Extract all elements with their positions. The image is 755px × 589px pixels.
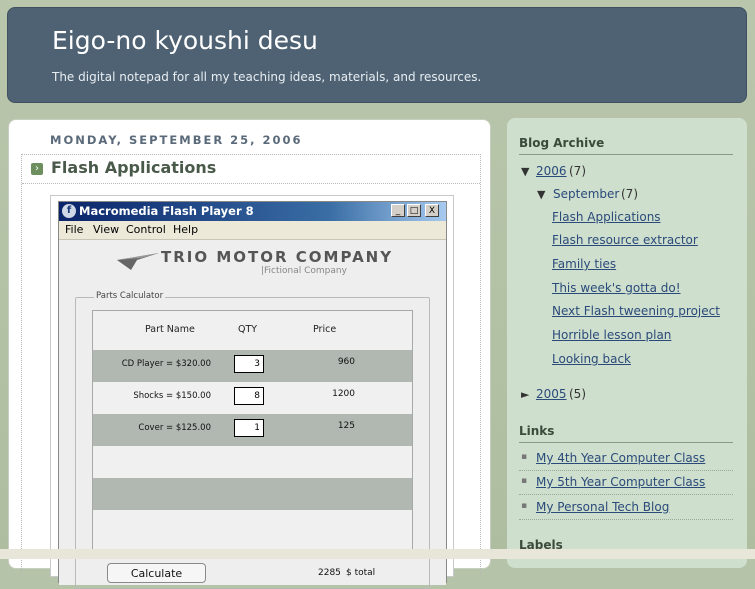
post-container: › Flash Applications f Macromedia Flash … — [21, 154, 481, 589]
menu-file[interactable]: File — [65, 223, 83, 236]
blog-description: The digital notepad for all my teaching … — [52, 70, 482, 84]
archive-post-link[interactable]: Looking back — [552, 352, 631, 366]
sidebar: Blog Archive ▼ 2006 (7) ▼ September (7) … — [507, 118, 747, 568]
table-row: Shocks = $150.00 8 1200 — [93, 382, 412, 414]
link-5th-year-class[interactable]: My 5th Year Computer Class — [536, 475, 705, 489]
menu-view[interactable]: View — [93, 223, 119, 236]
flash-titlebar: f Macromedia Flash Player 8 _ □ X — [59, 202, 446, 221]
links-heading: Links — [519, 424, 555, 438]
maximize-button[interactable]: □ — [407, 204, 421, 217]
archive-month-count: (7) — [621, 187, 638, 201]
collapse-toggle-icon[interactable]: ▼ — [521, 165, 529, 178]
list-item: ▪ My 4th Year Computer Class — [519, 448, 733, 471]
archive-post-link[interactable]: Family ties — [552, 257, 616, 271]
close-button[interactable]: X — [425, 204, 439, 217]
flash-app-icon: f — [62, 204, 76, 218]
blog-archive-heading: Blog Archive — [519, 136, 605, 150]
main-column: MONDAY, SEPTEMBER 25, 2006 › Flash Appli… — [8, 119, 491, 589]
column-header-qty: QTY — [238, 324, 258, 335]
table-row-empty — [93, 446, 412, 478]
flash-window-title: Macromedia Flash Player 8 — [79, 204, 254, 218]
archive-post-link[interactable]: Flash resource extractor — [552, 233, 698, 247]
table-row: Cover = $125.00 1 125 — [93, 414, 412, 446]
flash-player-window: f Macromedia Flash Player 8 _ □ X File V… — [58, 201, 447, 589]
arrow-right-icon: › — [31, 163, 43, 175]
archive-year-count: (7) — [569, 164, 586, 178]
link-personal-tech-blog[interactable]: My Personal Tech Blog — [536, 500, 669, 514]
archive-year-2006[interactable]: 2006 — [536, 164, 567, 178]
archive-post-link[interactable]: Flash Applications — [552, 210, 661, 224]
total-value: 2285 — [318, 568, 341, 578]
post-title-bar: › Flash Applications — [22, 155, 480, 184]
qty-input[interactable]: 1 — [234, 419, 264, 437]
parts-table: Part Name QTY Price CD Player = $320.00 … — [92, 310, 413, 552]
bullet-icon: ▪ — [521, 501, 528, 511]
bullet-icon: ▪ — [521, 452, 528, 462]
flash-stage: TRIO MOTOR COMPANY |Fictional Company Pa… — [59, 240, 446, 589]
column-header-price: Price — [313, 324, 337, 335]
parts-calculator-group: Parts Calculator Part Name QTY Price CD … — [75, 291, 430, 589]
company-logo-text: TRIO MOTOR COMPANY — [161, 248, 394, 266]
minimize-button[interactable]: _ — [391, 204, 405, 217]
link-4th-year-class[interactable]: My 4th Year Computer Class — [536, 451, 705, 465]
blog-header: Eigo-no kyoushi desu The digital notepad… — [7, 7, 747, 103]
archive-post-link[interactable]: This week's gotta do! — [552, 281, 681, 295]
qty-input[interactable]: 8 — [234, 387, 264, 405]
qty-input[interactable]: 3 — [234, 355, 264, 373]
bullet-icon: ▪ — [521, 476, 528, 486]
company-logo-subtitle: |Fictional Company — [261, 266, 347, 276]
archive-post-link[interactable]: Horrible lesson plan — [552, 328, 671, 342]
part-name: Shocks = $150.00 — [133, 391, 211, 401]
price-value: 960 — [337, 357, 355, 367]
menu-help[interactable]: Help — [173, 223, 198, 236]
column-header-part-name: Part Name — [145, 324, 195, 335]
list-item: ▪ My 5th Year Computer Class — [519, 472, 733, 495]
flash-menubar: File View Control Help — [59, 221, 446, 240]
expand-toggle-icon[interactable]: ► — [521, 388, 529, 401]
part-name: Cover = $125.00 — [138, 423, 211, 433]
collapse-toggle-icon[interactable]: ▼ — [537, 188, 545, 201]
list-item: ▪ My Personal Tech Blog — [519, 497, 733, 520]
total-label: $ total — [346, 568, 376, 578]
archive-month-september[interactable]: September — [553, 187, 619, 201]
divider — [519, 442, 733, 443]
post-title[interactable]: Flash Applications — [51, 158, 216, 177]
part-name: CD Player = $320.00 — [121, 359, 211, 369]
archive-post-link[interactable]: Next Flash tweening project — [552, 304, 720, 318]
calculate-button[interactable]: Calculate — [107, 563, 206, 583]
parts-calculator-legend: Parts Calculator — [94, 291, 166, 301]
post-date: MONDAY, SEPTEMBER 25, 2006 — [50, 133, 303, 147]
blog-title[interactable]: Eigo-no kyoushi desu — [52, 26, 318, 55]
archive-year-count: (5) — [569, 387, 586, 401]
divider — [519, 154, 733, 155]
table-row: CD Player = $320.00 3 960 — [93, 350, 412, 382]
bottom-strip — [0, 549, 755, 559]
price-value: 1200 — [332, 389, 355, 399]
archive-year-2005[interactable]: 2005 — [536, 387, 567, 401]
menu-control[interactable]: Control — [126, 223, 166, 236]
logo-swoosh-icon — [117, 253, 159, 270]
price-value: 125 — [337, 421, 355, 431]
embedded-screenshot: f Macromedia Flash Player 8 _ □ X File V… — [50, 195, 454, 589]
table-row-empty — [93, 478, 412, 510]
